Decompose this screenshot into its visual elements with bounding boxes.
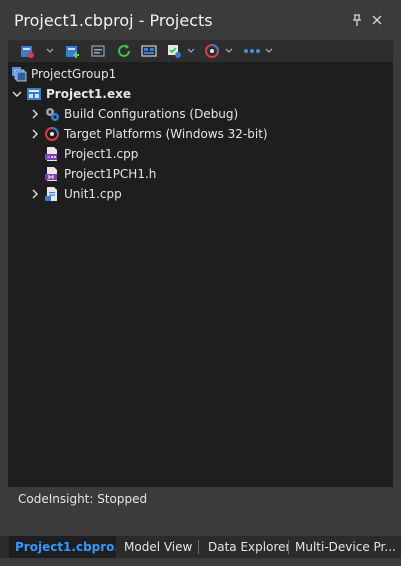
- status-text: CodeInsight: Stopped: [18, 492, 148, 506]
- more-icon[interactable]: [242, 43, 262, 59]
- title-bar: Project1.cbproj - Projects: [0, 0, 401, 40]
- tree-node-label: ProjectGroup1: [31, 67, 117, 81]
- tab-separator: [198, 540, 199, 554]
- tree-node-target-platforms[interactable]: Target Platforms (Windows 32-bit): [29, 124, 268, 144]
- header-file-icon: [44, 166, 60, 182]
- unit-file-icon: [44, 186, 60, 202]
- tree-node-label: Project1PCH1.h: [64, 167, 157, 181]
- tree-node-label: Project1.cpp: [64, 147, 139, 161]
- build-icon[interactable]: [166, 43, 182, 59]
- add-existing-icon[interactable]: [90, 43, 106, 59]
- project-tree: ProjectGroup1 Project1.exe Build Configu…: [8, 62, 393, 482]
- chevron-down-icon[interactable]: [45, 43, 55, 59]
- chevron-down-icon[interactable]: [224, 43, 234, 59]
- tree-node-label: Project1.exe: [46, 87, 131, 101]
- status-bar: CodeInsight: Stopped: [8, 487, 393, 511]
- cpp-file-icon: [44, 146, 60, 162]
- close-icon-glyph: [372, 15, 382, 25]
- bottom-tab-strip: Project1.cbpro... Model View Data Explor…: [0, 536, 401, 558]
- tab-data-explorer[interactable]: Data Explorer: [202, 536, 288, 558]
- pin-icon[interactable]: [350, 13, 364, 27]
- chevron-down-icon[interactable]: [264, 43, 274, 59]
- tab-projects[interactable]: Project1.cbpro...: [9, 536, 116, 558]
- refresh-icon[interactable]: [116, 43, 132, 59]
- tab-multi-device-preview[interactable]: Multi-Device Pr...: [289, 536, 397, 558]
- tab-model-view[interactable]: Model View: [118, 536, 198, 558]
- project-group-icon: [11, 66, 27, 82]
- chevron-down-icon[interactable]: [11, 84, 23, 104]
- tree-node-project-group[interactable]: ProjectGroup1: [11, 64, 116, 84]
- chevron-right-icon[interactable]: [29, 104, 41, 124]
- tree-node-project1-cpp[interactable]: Project1.cpp: [44, 144, 138, 164]
- chevron-right-icon[interactable]: [29, 124, 41, 144]
- window-title: Project1.cbproj - Projects: [14, 11, 213, 30]
- tree-node-build-configurations[interactable]: Build Configurations (Debug): [29, 104, 238, 124]
- tree-node-label: Unit1.cpp: [64, 187, 122, 201]
- chevron-down-icon[interactable]: [186, 43, 196, 59]
- target-icon: [44, 126, 60, 142]
- layout-icon[interactable]: [141, 43, 157, 59]
- tree-node-label: Target Platforms (Windows 32-bit): [64, 127, 268, 141]
- pin-icon-glyph: [353, 14, 361, 26]
- tree-node-project1pch1-h[interactable]: Project1PCH1.h: [44, 164, 156, 184]
- toolbar: [8, 40, 393, 62]
- tree-node-unit1-cpp[interactable]: Unit1.cpp: [29, 184, 122, 204]
- chevron-right-icon[interactable]: [29, 184, 41, 204]
- platform-icon[interactable]: [204, 43, 220, 59]
- tree-node-project[interactable]: Project1.exe: [11, 84, 131, 104]
- tree-node-label: Build Configurations (Debug): [64, 107, 239, 121]
- close-icon[interactable]: [370, 13, 384, 27]
- gears-icon: [44, 106, 60, 122]
- project-options-icon[interactable]: [19, 43, 35, 59]
- add-new-icon[interactable]: [64, 43, 80, 59]
- exe-project-icon: [26, 86, 42, 102]
